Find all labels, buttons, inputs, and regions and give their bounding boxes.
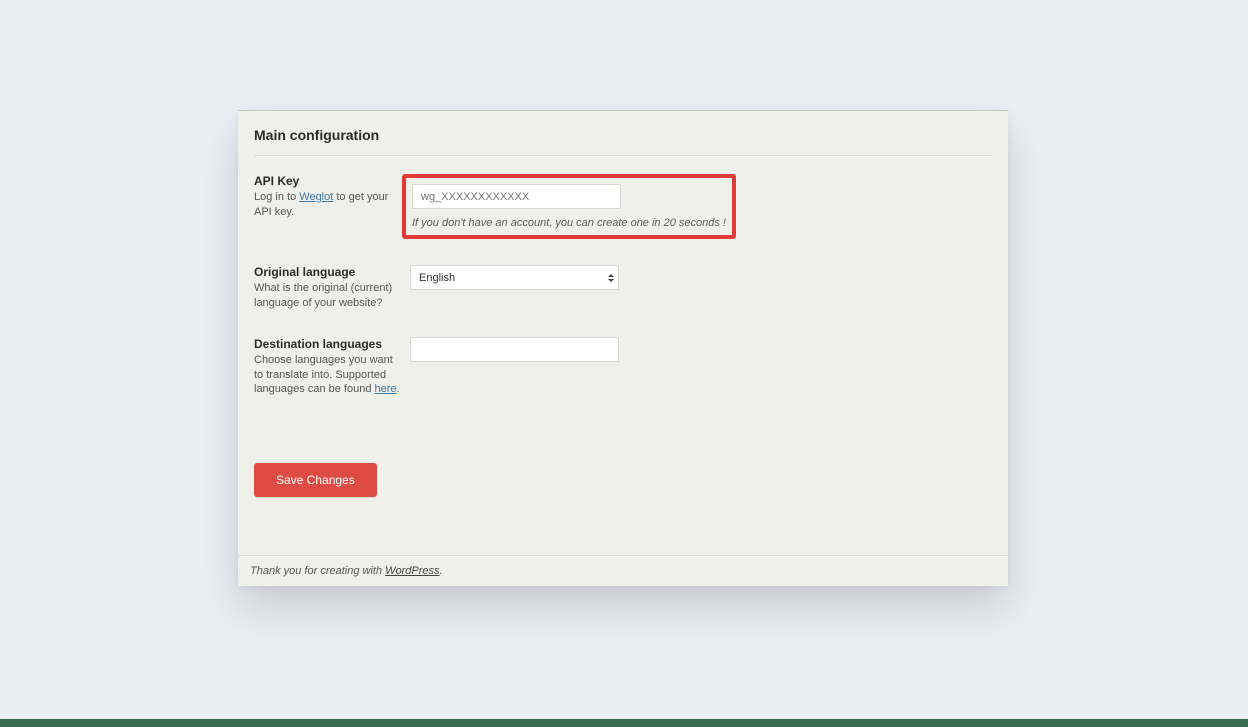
form-area: API Key Log in to Weglot to get your API… <box>254 156 992 555</box>
api-key-hint: If you don't have an account, you can cr… <box>412 217 726 229</box>
supported-languages-link[interactable]: here <box>375 383 397 395</box>
destination-languages-desc: Choose languages you want to translate i… <box>254 353 402 398</box>
api-key-label: API Key <box>254 174 402 188</box>
destination-languages-label: Destination languages <box>254 337 402 351</box>
dest-desc-prefix: Choose languages you want to translate i… <box>254 354 393 396</box>
api-key-desc-prefix: Log in to <box>254 191 299 203</box>
original-language-select-wrap <box>410 265 619 290</box>
footer-suffix: . <box>440 565 443 577</box>
row-original-language: Original language What is the original (… <box>254 265 992 311</box>
row-api-key: API Key Log in to Weglot to get your API… <box>254 174 992 239</box>
settings-panel: Main configuration API Key Log in to Weg… <box>238 110 1008 586</box>
row-destination-languages: Destination languages Choose languages y… <box>254 337 992 398</box>
api-key-highlight: If you don't have an account, you can cr… <box>402 174 736 239</box>
footer-prefix: Thank you for creating with <box>250 565 385 577</box>
wordpress-link[interactable]: WordPress <box>385 565 439 577</box>
footer: Thank you for creating with WordPress. <box>238 555 1008 586</box>
section-title: Main configuration <box>254 111 992 156</box>
save-changes-button[interactable]: Save Changes <box>254 463 377 497</box>
api-key-input[interactable] <box>412 184 621 209</box>
original-language-desc: What is the original (current) language … <box>254 281 402 311</box>
bottom-accent-bar <box>0 719 1248 727</box>
api-key-desc: Log in to Weglot to get your API key. <box>254 190 402 220</box>
dest-desc-suffix: . <box>397 383 400 395</box>
weglot-link[interactable]: Weglot <box>299 191 333 203</box>
original-language-select[interactable] <box>410 265 619 290</box>
original-language-label: Original language <box>254 265 402 279</box>
destination-languages-input[interactable] <box>410 337 619 362</box>
